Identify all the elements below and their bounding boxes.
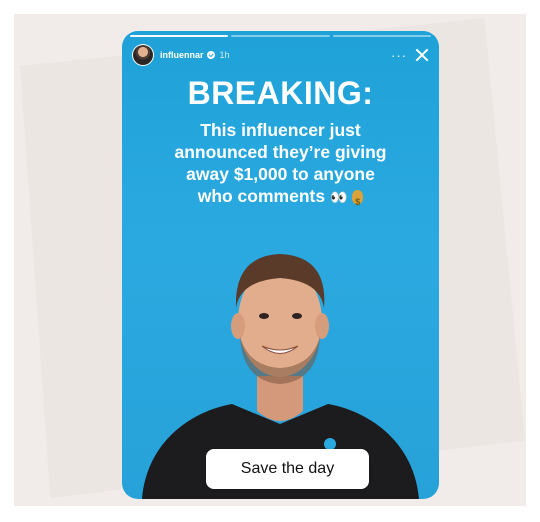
avatar[interactable] [132,44,154,66]
close-icon[interactable] [415,48,429,62]
timestamp: 1h [219,50,230,60]
story-header: influennar 1h ··· [132,43,429,67]
caption-line: announced they’re giving [174,142,387,162]
verified-badge-icon [206,51,215,59]
progress-segment [231,35,330,37]
caption-line: away $1,000 to anyone [186,164,375,184]
caption-line: This influencer just [200,120,361,140]
eye-left [259,313,269,319]
story-caption: This influencer just announced they’re g… [132,119,429,213]
eye-right [292,313,302,319]
story-progress-bar [130,35,431,37]
more-icon[interactable]: ··· [391,49,407,62]
username[interactable]: influennar [160,50,204,60]
progress-segment [130,35,229,37]
caption-line: who comments 👀 [132,185,429,213]
ear-right [315,313,329,339]
save-the-day-button[interactable]: Save the day [206,449,369,489]
headline: BREAKING: [187,75,374,111]
avatar-image [133,45,153,65]
progress-segment [332,35,431,37]
caption-text: who comments [197,186,326,206]
money-bag-icon [352,190,364,213]
eyes-emoji-icon: 👀 [329,189,348,205]
ear-left [231,313,245,339]
story-card[interactable]: influennar 1h ··· BREAKING: This influen… [122,31,439,499]
